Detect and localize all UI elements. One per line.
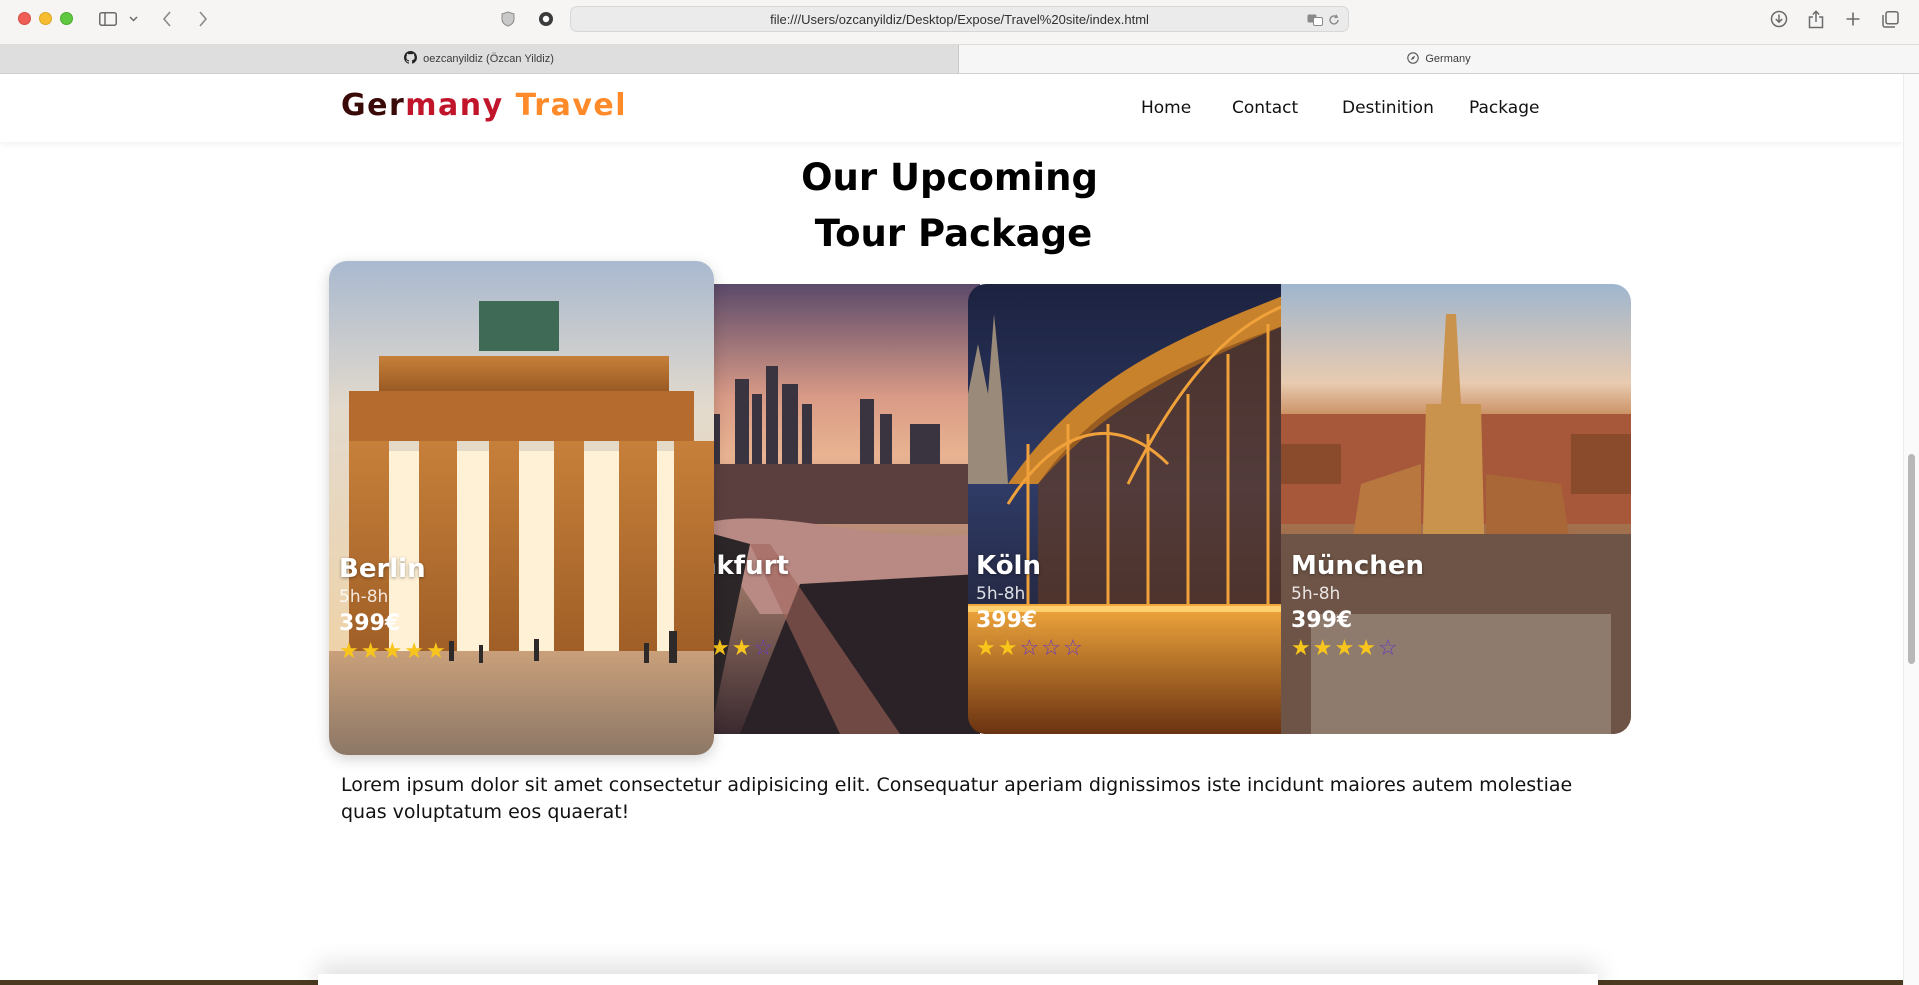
back-arrow-icon[interactable] bbox=[158, 8, 176, 30]
address-bar[interactable]: file:///Users/ozcanyildiz/Desktop/Expose… bbox=[570, 6, 1349, 32]
address-url: file:///Users/ozcanyildiz/Desktop/Expose… bbox=[770, 12, 1149, 27]
star-filled-icon: ★ bbox=[404, 639, 426, 664]
section-title-line2: Tour Package bbox=[814, 212, 1093, 255]
star-filled-icon: ★ bbox=[339, 639, 361, 664]
new-tab-plus-icon[interactable] bbox=[1842, 8, 1864, 30]
card-city-name: Köln bbox=[976, 551, 1041, 581]
card-price: 399€ bbox=[1291, 608, 1353, 633]
nav-link-contact[interactable]: Contact bbox=[1232, 98, 1298, 118]
berlin-image bbox=[329, 261, 714, 755]
browser-toolbar: file:///Users/ozcanyildiz/Desktop/Expose… bbox=[0, 0, 1919, 45]
next-section-card bbox=[318, 974, 1598, 985]
scrollbar-thumb[interactable] bbox=[1908, 454, 1915, 664]
star-filled-icon: ★ bbox=[1291, 636, 1313, 661]
sidebar-toggle-icon[interactable] bbox=[97, 8, 119, 30]
nav-link-package[interactable]: Package bbox=[1469, 98, 1539, 118]
star-filled-icon: ★ bbox=[997, 636, 1020, 661]
downloads-icon[interactable] bbox=[1768, 8, 1790, 30]
package-card-munchen[interactable]: München 5h-8h 399€ ★★★★☆ bbox=[1281, 284, 1631, 734]
intro-paragraph: Lorem ipsum dolor sit amet consectetur a… bbox=[341, 774, 1573, 823]
koln-image bbox=[968, 284, 1288, 734]
tab-overview-icon[interactable] bbox=[1879, 8, 1901, 30]
card-duration: 5h-8h bbox=[339, 587, 389, 607]
privacy-shield-icon[interactable] bbox=[498, 8, 518, 30]
card-price: 399€ bbox=[339, 611, 401, 636]
star-filled-icon: ★ bbox=[976, 636, 998, 661]
card-duration: 5h-8h bbox=[976, 584, 1026, 604]
card-duration: 5h-8h bbox=[1291, 584, 1341, 604]
munchen-image bbox=[1281, 284, 1631, 734]
rating-stars: ★★☆☆☆ bbox=[976, 636, 1085, 661]
zoom-window-button[interactable] bbox=[60, 12, 73, 25]
tab-bar: oezcanyildiz (Özcan Yildiz) Germany bbox=[0, 45, 1919, 74]
card-city-name: Berlin bbox=[339, 554, 426, 584]
section-title-line1: Our Upcoming bbox=[801, 156, 1098, 199]
star-empty-icon: ☆ bbox=[1019, 636, 1042, 661]
star-filled-icon: ★ bbox=[731, 636, 754, 661]
logo-text-part: many bbox=[405, 88, 504, 123]
page-viewport: Germany Travel Home Contact Destinition … bbox=[0, 74, 1903, 985]
nav-link-destinition[interactable]: Destinition bbox=[1342, 98, 1434, 118]
star-filled-icon: ★ bbox=[382, 639, 405, 664]
reload-icon[interactable] bbox=[1326, 9, 1342, 31]
package-card-koln[interactable]: Köln 5h-8h 399€ ★★☆☆☆ bbox=[968, 284, 1288, 734]
star-filled-icon: ★ bbox=[1334, 636, 1357, 661]
card-price: 399€ bbox=[976, 608, 1038, 633]
github-icon bbox=[404, 51, 418, 67]
package-card-berlin[interactable]: Berlin 5h-8h 399€ ★★★★★ bbox=[329, 261, 714, 755]
share-icon[interactable] bbox=[1805, 8, 1827, 30]
star-filled-icon: ★ bbox=[425, 639, 448, 664]
forward-arrow-icon[interactable] bbox=[194, 8, 212, 30]
star-empty-icon: ☆ bbox=[1062, 636, 1085, 661]
compass-icon bbox=[1407, 51, 1420, 67]
site-logo[interactable]: Germany Travel bbox=[341, 88, 627, 123]
logo-text-part: Ger bbox=[341, 88, 406, 123]
star-filled-icon: ★ bbox=[360, 639, 383, 664]
vertical-scrollbar[interactable] bbox=[1903, 74, 1919, 985]
tab-label: oezcanyildiz (Özcan Yildiz) bbox=[423, 53, 554, 65]
rating-stars: ★★☆ bbox=[710, 636, 775, 661]
star-filled-icon: ★ bbox=[1356, 636, 1378, 661]
card-city-name: München bbox=[1291, 551, 1424, 581]
rating-stars: ★★★★★ bbox=[339, 639, 448, 664]
tab-github[interactable]: oezcanyildiz (Özcan Yildiz) bbox=[0, 45, 959, 73]
translate-icon[interactable] bbox=[1306, 9, 1324, 31]
chevron-down-icon[interactable] bbox=[126, 8, 140, 30]
star-empty-icon: ☆ bbox=[1041, 636, 1063, 661]
tab-label: Germany bbox=[1425, 53, 1471, 65]
minimize-window-button[interactable] bbox=[39, 12, 52, 25]
logo-text-part: Travel bbox=[503, 88, 628, 123]
site-navbar: Germany Travel Home Contact Destinition … bbox=[0, 74, 1903, 142]
extension-icon[interactable] bbox=[536, 8, 556, 30]
tab-germany[interactable]: Germany bbox=[959, 45, 1919, 73]
star-filled-icon: ★ bbox=[1312, 636, 1335, 661]
close-window-button[interactable] bbox=[18, 12, 31, 25]
star-empty-icon: ☆ bbox=[1377, 636, 1400, 661]
star-empty-icon: ☆ bbox=[753, 636, 776, 661]
nav-link-home[interactable]: Home bbox=[1141, 98, 1191, 118]
rating-stars: ★★★★☆ bbox=[1291, 636, 1400, 661]
